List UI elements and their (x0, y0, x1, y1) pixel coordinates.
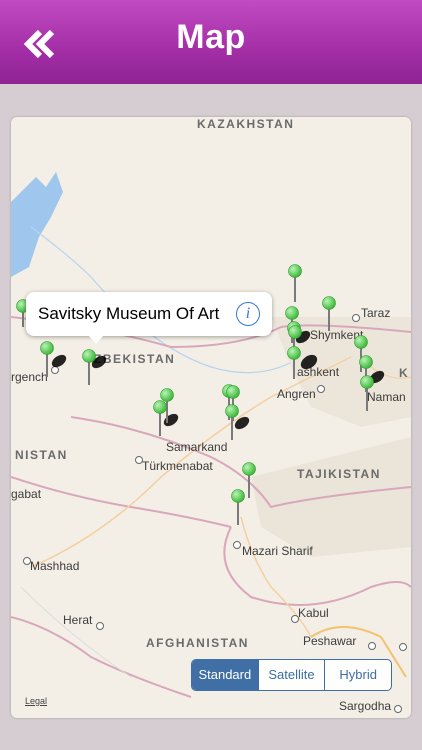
segment-standard[interactable]: Standard (192, 660, 258, 690)
map-type-segmented-control[interactable]: Standard Satellite Hybrid (191, 659, 392, 691)
callout-tail (88, 335, 104, 344)
callout-title: Savitsky Museum Of Art (38, 304, 220, 323)
annotation-callout[interactable]: Savitsky Museum Of Art i (26, 292, 272, 344)
navigation-header: Map (0, 0, 422, 84)
info-icon[interactable]: i (236, 302, 260, 326)
segment-hybrid[interactable]: Hybrid (324, 660, 391, 690)
map-view[interactable]: KAZAKHSTAN ZBEKISTAN NISTAN TAJIKISTAN A… (11, 117, 411, 718)
legal-link[interactable]: Legal (25, 696, 47, 706)
map-pins-layer (16, 264, 385, 525)
page-title: Map (176, 18, 246, 56)
segment-satellite[interactable]: Satellite (257, 660, 325, 690)
